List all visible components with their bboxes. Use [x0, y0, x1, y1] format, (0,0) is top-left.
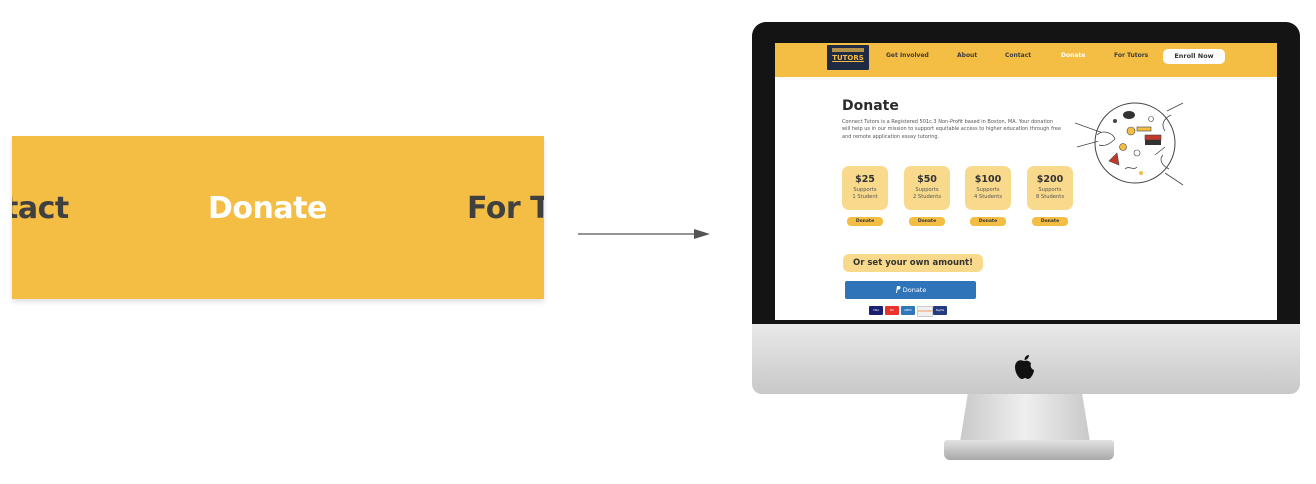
visa-card-icon: VISA [869, 306, 883, 315]
monitor-screen: TUTORS Get Involved About Contact Donate… [775, 43, 1277, 320]
donation-tier-card[interactable]: $25 Supports 1 Student [842, 166, 888, 210]
tier-amount: $25 [855, 174, 875, 185]
enroll-now-button[interactable]: Enroll Now [1163, 49, 1225, 64]
donation-tier-card[interactable]: $50 Supports 2 Students [904, 166, 950, 210]
tier-supports: Supports [1038, 187, 1062, 193]
amex-icon: AMEX [901, 306, 915, 315]
tier-supports: Supports [915, 187, 939, 193]
tier-donate-button[interactable]: Donate [847, 217, 883, 226]
site-navbar: TUTORS Get Involved About Contact Donate… [775, 43, 1277, 77]
tier-donate-button[interactable]: Donate [1032, 217, 1068, 226]
nav-contact[interactable]: Contact [1005, 52, 1031, 59]
arrow-right-icon [578, 229, 710, 239]
site-logo[interactable]: TUTORS [827, 45, 869, 70]
nav-get-involved[interactable]: Get Involved [886, 52, 929, 59]
nav-for-tutors[interactable]: For Tutors [1114, 52, 1148, 59]
tier-students: 4 Students [973, 194, 1003, 200]
tier-donate-button[interactable]: Donate [970, 217, 1006, 226]
donation-illustration [1075, 102, 1184, 186]
tier-students: 1 Student [852, 194, 878, 200]
page-title: Donate [842, 98, 899, 114]
donation-tier-card[interactable]: $100 Supports 4 Students [965, 166, 1011, 210]
zoomed-nav-contact[interactable]: tact [12, 191, 69, 226]
donation-tier-card[interactable]: $200 Supports 8 Students [1027, 166, 1073, 210]
paypal-donate-button[interactable]: Donate [845, 281, 976, 299]
tier-amount: $50 [917, 174, 937, 185]
discover-icon: DISCOVER [917, 306, 933, 317]
tier-amount: $200 [1036, 174, 1064, 185]
tier-supports: Supports [976, 187, 1000, 193]
monitor-stand-neck [960, 394, 1090, 442]
logo-text: TUTORS [832, 54, 864, 62]
paypal-card-icon: PayPal [933, 306, 947, 315]
tier-students: 2 Students [912, 194, 942, 200]
tier-students: 8 Students [1035, 194, 1065, 200]
nav-donate[interactable]: Donate [1061, 52, 1085, 59]
tier-donate-button[interactable]: Donate [909, 217, 945, 226]
tier-amount: $100 [974, 174, 1002, 185]
monitor-stand-foot [944, 440, 1114, 460]
paypal-icon [895, 286, 901, 293]
mastercard-icon: MC [885, 306, 899, 315]
zoomed-nav-strip: tact Donate For T [12, 136, 544, 299]
zoomed-nav-donate[interactable]: Donate [208, 191, 327, 226]
zoomed-nav-for-tutors[interactable]: For T [467, 191, 544, 226]
nav-about[interactable]: About [957, 52, 977, 59]
paypal-donate-label: Donate [902, 286, 927, 294]
page-description: Connect Tutors is a Registered 501c.3 No… [842, 119, 1061, 140]
tier-supports: Supports [853, 187, 877, 193]
apple-logo-icon [1015, 355, 1034, 379]
custom-amount-heading: Or set your own amount! [843, 254, 983, 272]
